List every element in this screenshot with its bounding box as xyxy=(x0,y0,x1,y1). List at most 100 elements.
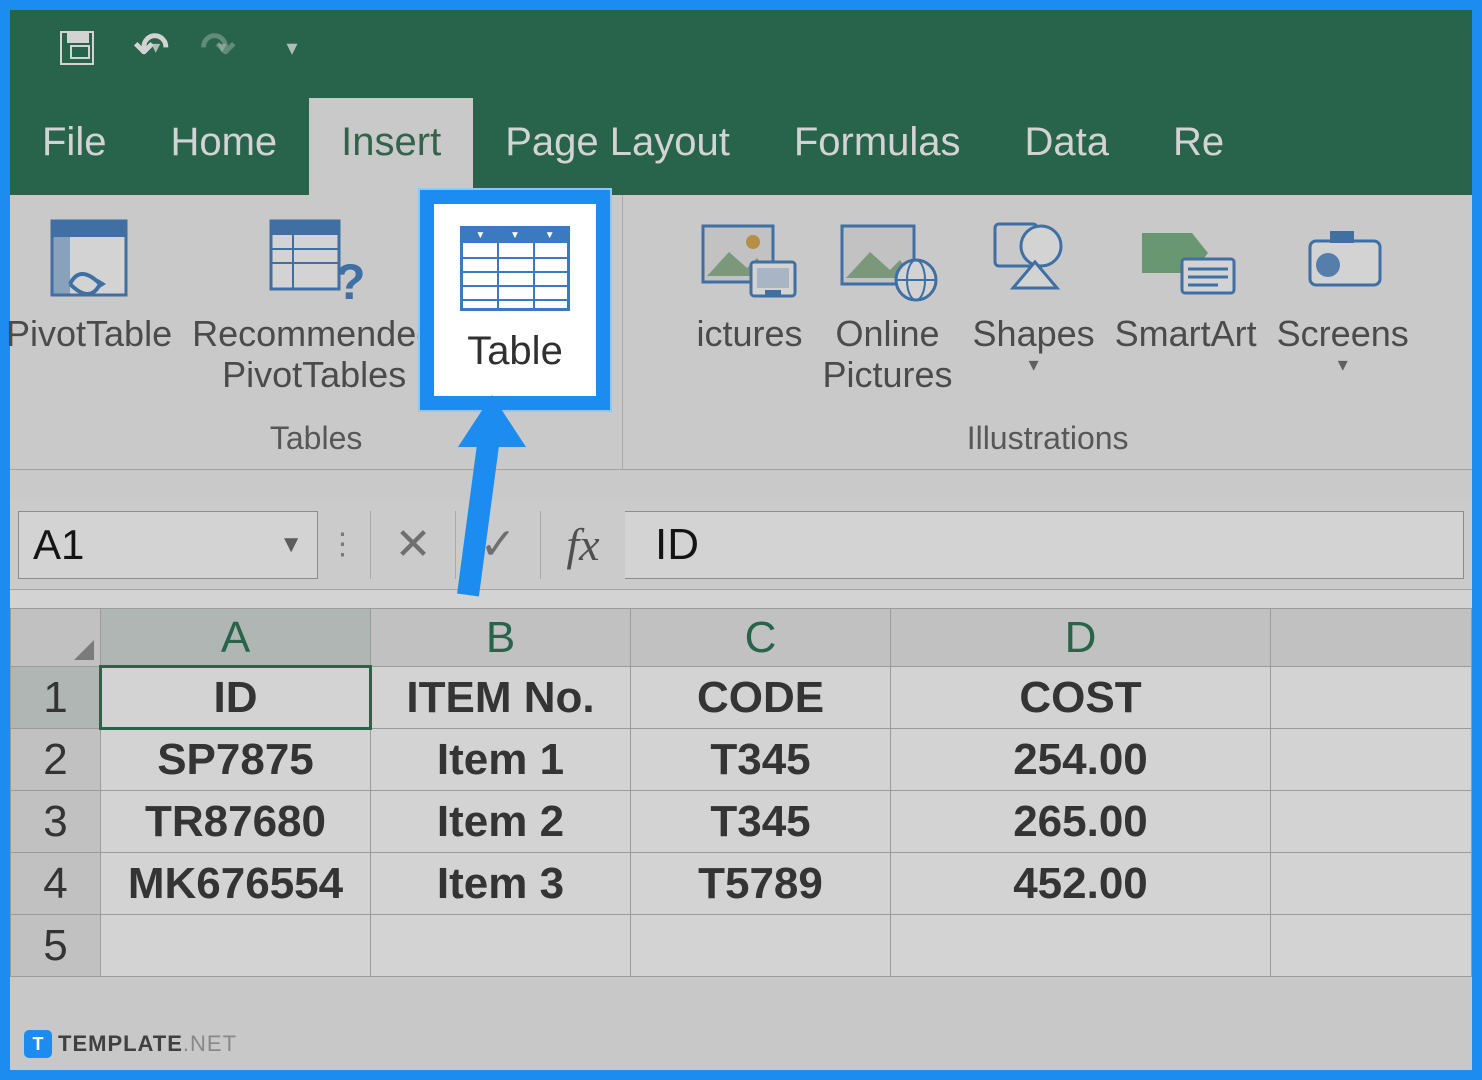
cell-B4[interactable]: Item 3 xyxy=(371,853,631,915)
tab-review[interactable]: Re xyxy=(1141,98,1224,195)
cell-D1[interactable]: COST xyxy=(891,667,1271,729)
online-pictures-label-1: Online xyxy=(835,313,939,354)
shapes-button[interactable]: Shapes ▾ xyxy=(963,207,1105,377)
ribbon-tabs: File Home Insert Page Layout Formulas Da… xyxy=(10,85,1472,195)
row-header-2[interactable]: 2 xyxy=(11,729,101,791)
cell-A4[interactable]: MK676554 xyxy=(101,853,371,915)
screenshot-icon xyxy=(1298,213,1388,303)
table-button-label: Table xyxy=(467,329,563,374)
shapes-label: Shapes xyxy=(973,313,1095,354)
confirm-formula-button[interactable]: ✓ xyxy=(455,511,540,579)
pictures-label: ictures xyxy=(696,313,802,354)
chevron-down-icon[interactable]: ▼ xyxy=(279,531,303,559)
cell-E1[interactable] xyxy=(1271,667,1472,729)
formula-input[interactable]: ID xyxy=(625,511,1464,579)
recommended-pivottables-icon: ? xyxy=(269,213,359,303)
cell-A3[interactable]: TR87680 xyxy=(101,791,371,853)
redo-button[interactable]: ↷ ▾ xyxy=(200,23,226,72)
pictures-button[interactable]: ictures xyxy=(686,207,812,354)
pivottable-icon xyxy=(44,213,134,303)
chevron-down-icon: ▾ xyxy=(287,35,298,61)
table-button[interactable]: ▼▼▼ Table xyxy=(420,190,610,410)
cancel-icon: ✕ xyxy=(395,519,432,570)
col-header-D[interactable]: D xyxy=(891,609,1271,667)
tab-insert[interactable]: Insert xyxy=(309,98,473,195)
save-icon xyxy=(60,31,94,65)
shapes-icon xyxy=(989,213,1079,303)
cell-D2[interactable]: 254.00 xyxy=(891,729,1271,791)
tab-home[interactable]: Home xyxy=(138,98,309,195)
name-box[interactable]: A1 ▼ xyxy=(18,511,318,579)
rec-pivot-label-1: Recommended xyxy=(192,313,436,354)
screenshot-dropdown-icon: ▾ xyxy=(1338,354,1348,377)
cell-D3[interactable]: 265.00 xyxy=(891,791,1271,853)
screenshot-button[interactable]: Screens ▾ xyxy=(1267,207,1409,377)
col-header-A[interactable]: A xyxy=(101,609,371,667)
select-all-corner[interactable] xyxy=(11,609,101,667)
row-header-3[interactable]: 3 xyxy=(11,791,101,853)
cell-C4[interactable]: T5789 xyxy=(631,853,891,915)
cell-E2[interactable] xyxy=(1271,729,1472,791)
col-header-B[interactable]: B xyxy=(371,609,631,667)
watermark-badge: T xyxy=(24,1030,52,1058)
cell-B1[interactable]: ITEM No. xyxy=(371,667,631,729)
col-header-C[interactable]: C xyxy=(631,609,891,667)
cell-B2[interactable]: Item 1 xyxy=(371,729,631,791)
ribbon-group-tables-label: Tables xyxy=(270,412,363,469)
row-header-5[interactable]: 5 xyxy=(11,915,101,977)
formula-bar-grip: ⋮ xyxy=(318,527,370,562)
smartart-button[interactable]: SmartArt xyxy=(1105,207,1267,354)
watermark-brand: TEMPLATE xyxy=(58,1031,183,1056)
tab-formulas[interactable]: Formulas xyxy=(762,98,993,195)
cancel-formula-button[interactable]: ✕ xyxy=(370,511,455,579)
check-icon: ✓ xyxy=(480,519,517,570)
cell-E5[interactable] xyxy=(1271,915,1472,977)
cell-A2[interactable]: SP7875 xyxy=(101,729,371,791)
cell-C2[interactable]: T345 xyxy=(631,729,891,791)
screenshot-label: Screens xyxy=(1277,313,1409,354)
cell-D4[interactable]: 452.00 xyxy=(891,853,1271,915)
cell-E4[interactable] xyxy=(1271,853,1472,915)
formula-bar: A1 ▼ ⋮ ✕ ✓ fx ID xyxy=(10,500,1472,590)
chevron-down-icon[interactable]: ▾ xyxy=(151,37,160,58)
cell-C3[interactable]: T345 xyxy=(631,791,891,853)
cell-C5[interactable] xyxy=(631,915,891,977)
undo-button[interactable]: ↶ ▾ xyxy=(134,23,160,72)
watermark: T TEMPLATE.NET xyxy=(24,1030,237,1058)
cell-C1[interactable]: CODE xyxy=(631,667,891,729)
rec-pivot-label-2: PivotTables xyxy=(222,354,406,395)
cell-B3[interactable]: Item 2 xyxy=(371,791,631,853)
col-header-blank[interactable] xyxy=(1271,609,1472,667)
tab-file[interactable]: File xyxy=(10,98,138,195)
pictures-icon xyxy=(704,213,794,303)
svg-text:?: ? xyxy=(335,254,366,310)
tab-data[interactable]: Data xyxy=(993,98,1142,195)
quick-access-toolbar: ↶ ▾ ↷ ▾ ▾ xyxy=(10,10,1472,85)
chevron-down-icon[interactable]: ▾ xyxy=(217,37,226,58)
row-header-1[interactable]: 1 xyxy=(11,667,101,729)
shapes-dropdown-icon: ▾ xyxy=(1029,354,1039,377)
watermark-suffix: .NET xyxy=(183,1031,237,1056)
tab-page-layout[interactable]: Page Layout xyxy=(473,98,762,195)
cell-D5[interactable] xyxy=(891,915,1271,977)
insert-function-button[interactable]: fx xyxy=(540,511,625,579)
pivottable-button[interactable]: PivotTable xyxy=(0,207,182,354)
cell-E3[interactable] xyxy=(1271,791,1472,853)
fx-icon: fx xyxy=(566,518,599,571)
save-button[interactable] xyxy=(60,31,94,65)
smartart-label: SmartArt xyxy=(1115,313,1257,354)
ribbon: PivotTable ? Recommended PivotTables Tab… xyxy=(10,195,1472,470)
row-header-4[interactable]: 4 xyxy=(11,853,101,915)
ribbon-group-illustrations: ictures Online Pictures Shapes ▾ xyxy=(623,195,1472,469)
online-pictures-button[interactable]: Online Pictures xyxy=(813,207,963,396)
name-box-value: A1 xyxy=(33,521,84,569)
cell-B5[interactable] xyxy=(371,915,631,977)
customize-qat-button[interactable]: ▾ xyxy=(287,35,298,61)
spreadsheet-grid[interactable]: A B C D 1 ID ITEM No. CODE COST 2 xyxy=(10,590,1472,977)
table-icon: ▼▼▼ xyxy=(460,226,570,311)
cell-A1[interactable]: ID xyxy=(101,667,371,729)
ribbon-group-illustrations-label: Illustrations xyxy=(967,412,1129,469)
cell-A5[interactable] xyxy=(101,915,371,977)
online-pictures-icon xyxy=(843,213,933,303)
recommended-pivottables-button[interactable]: ? Recommended PivotTables xyxy=(182,207,446,396)
